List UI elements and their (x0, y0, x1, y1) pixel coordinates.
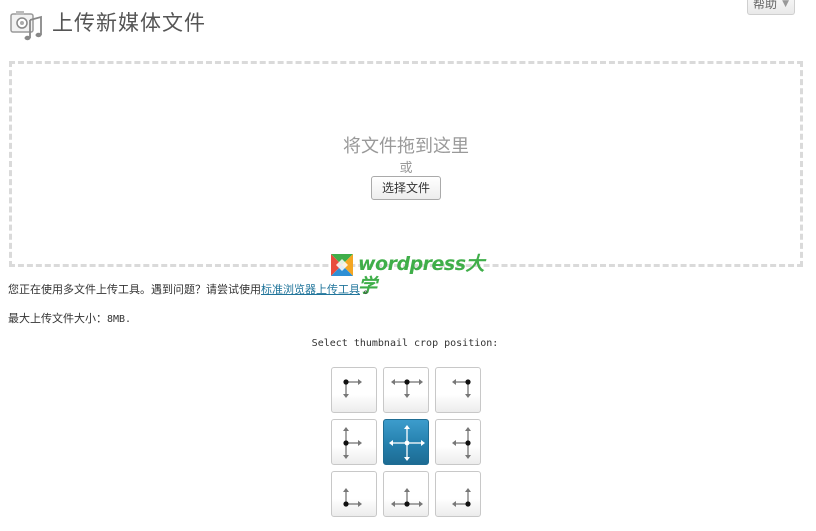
multi-uploader-notice: 您正在使用多文件上传工具。遇到问题？请尝试使用标准浏览器上传工具 。 (8, 281, 375, 297)
crop-arrows-icon (389, 425, 425, 461)
chevron-down-icon: ▼ (782, 0, 789, 9)
media-upload-icon (10, 11, 42, 41)
file-drop-zone[interactable]: 将文件拖到这里 或 选择文件 (9, 61, 803, 267)
crop-position-bottom-center[interactable] (383, 471, 429, 517)
help-label: 帮助 (753, 0, 778, 11)
drop-instructions: 将文件拖到这里 (343, 136, 469, 157)
watermark-text: wordpress大学 (358, 253, 485, 297)
browser-uploader-link[interactable]: 标准浏览器上传工具 (261, 283, 360, 296)
max-size-label: 最大上传文件大小： (8, 312, 107, 325)
help-tab[interactable]: 帮助 ▼ (747, 0, 795, 15)
crop-arrows-icon (343, 379, 362, 398)
watermark: wordpress大学 (331, 253, 486, 297)
crop-position-top-center[interactable] (383, 367, 429, 413)
drop-or-text: 或 (399, 161, 413, 176)
crop-arrows-icon (452, 427, 471, 459)
crop-position-label: Select thumbnail crop position: (311, 338, 499, 349)
crop-position-middle-right[interactable] (435, 419, 481, 465)
crop-position-bottom-left[interactable] (331, 471, 377, 517)
crop-arrows-icon (343, 427, 362, 459)
select-files-button[interactable]: 选择文件 (371, 176, 441, 200)
crop-position-bottom-right[interactable] (435, 471, 481, 517)
crop-arrows-icon (343, 488, 362, 507)
crop-arrows-icon (452, 488, 471, 507)
crop-arrows-icon (391, 379, 423, 398)
wordpress-daxue-logo-icon (331, 254, 353, 276)
crop-position-middle-left[interactable] (331, 419, 377, 465)
page-title: 上传新媒体文件 (52, 11, 206, 35)
crop-arrows-icon (391, 488, 423, 507)
crop-position-center[interactable] (383, 419, 429, 465)
max-upload-size: 最大上传文件大小：8MB. (8, 310, 131, 326)
crop-position-grid (331, 367, 481, 517)
multi-uploader-prefix: 您正在使用多文件上传工具。遇到问题？请尝试使用 (8, 283, 261, 296)
crop-arrows-icon (452, 379, 471, 398)
max-size-value: 8MB. (107, 314, 132, 325)
multi-uploader-suffix: 。 (360, 283, 375, 296)
crop-position-top-left[interactable] (331, 367, 377, 413)
crop-position-top-right[interactable] (435, 367, 481, 413)
